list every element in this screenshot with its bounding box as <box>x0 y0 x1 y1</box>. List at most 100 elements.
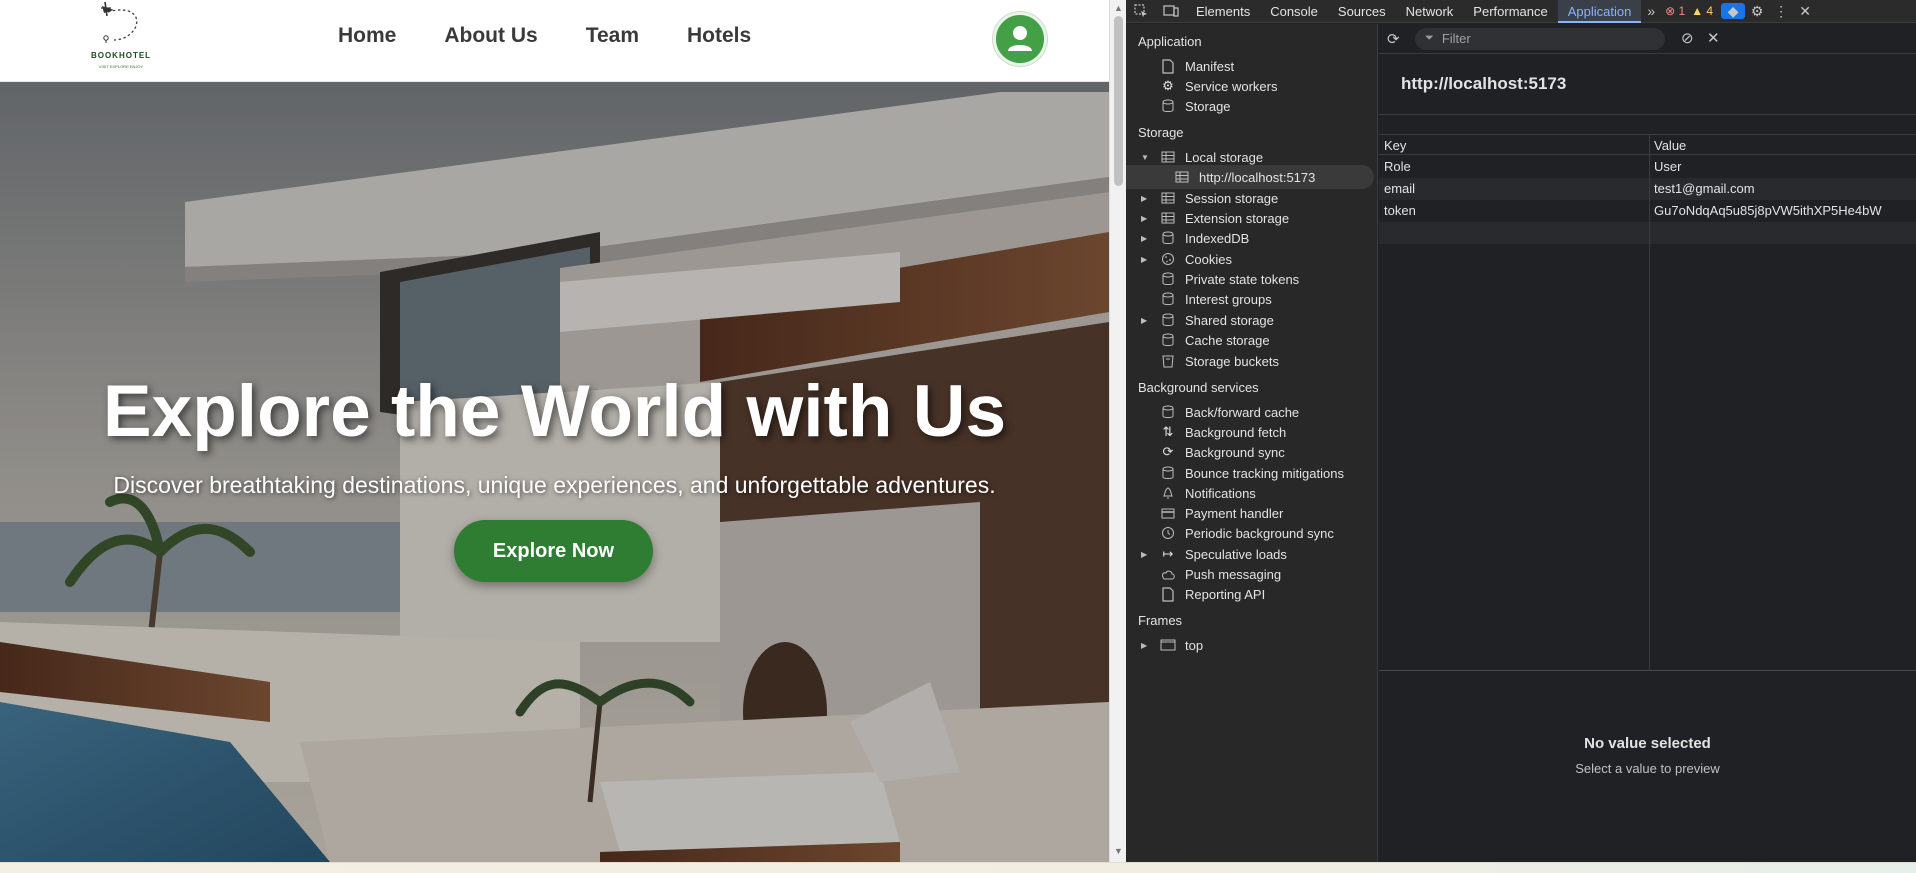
table-row-empty[interactable] <box>1379 222 1916 244</box>
section-application: Application <box>1138 34 1202 49</box>
sidebar-item-reporting-api[interactable]: Reporting API <box>1126 582 1378 606</box>
hero-subtitle: Discover breathtaking destinations, uniq… <box>113 472 996 498</box>
sidebar-item-label: Service workers <box>1185 78 1278 94</box>
column-header-key[interactable]: Key <box>1379 134 1649 155</box>
filter-input[interactable]: ⏷ Filter <box>1415 27 1665 50</box>
delete-selected-icon[interactable]: ✕ <box>1707 29 1720 47</box>
section-storage: Storage <box>1138 125 1184 140</box>
section-frames: Frames <box>1138 613 1183 628</box>
row-value: test1@gmail.com <box>1654 181 1755 196</box>
sidebar-item-label: Cookies <box>1185 251 1232 267</box>
row-value: User <box>1654 159 1682 174</box>
sidebar-item-label: IndexedDB <box>1185 230 1250 246</box>
nav-about-us[interactable]: About Us <box>444 24 537 48</box>
scrollbar-thumb[interactable] <box>1114 16 1123 186</box>
table-icon <box>1173 169 1191 185</box>
scroll-up-icon[interactable]: ▲ <box>1114 3 1123 13</box>
database-icon <box>1159 465 1177 481</box>
tab-console[interactable]: Console <box>1260 0 1328 23</box>
nav-team[interactable]: Team <box>586 24 639 48</box>
collapsed-arrow-icon[interactable]: ▶ <box>1141 316 1151 325</box>
kebab-menu-icon[interactable]: ⋮ <box>1769 3 1793 20</box>
sidebar-item-label: Extension storage <box>1185 210 1290 226</box>
ai-assistance-icon[interactable]: ◆ <box>1721 3 1746 19</box>
table-icon <box>1159 149 1177 165</box>
expanded-arrow-icon[interactable]: ▼ <box>1141 153 1151 162</box>
clear-all-icon[interactable]: ⊘ <box>1681 29 1694 47</box>
table-icon <box>1159 210 1177 226</box>
tab-network[interactable]: Network <box>1396 0 1464 23</box>
sidebar-item-storage-buckets[interactable]: Storage buckets <box>1126 349 1378 373</box>
sidebar-item-label: Notifications <box>1185 485 1256 501</box>
site-logo[interactable]: BOOKHOTEL VISIT EXPLORE ENJOY <box>78 0 178 78</box>
table-row[interactable]: email test1@gmail.com <box>1379 178 1916 200</box>
refresh-icon[interactable]: ⟳ <box>1387 30 1400 48</box>
collapsed-arrow-icon[interactable]: ▶ <box>1141 194 1151 203</box>
close-devtools-icon[interactable]: ✕ <box>1793 3 1817 20</box>
sidebar-item-label: Session storage <box>1185 190 1279 206</box>
hero-section: Explore the World with Us Discover breat… <box>0 82 1109 862</box>
explore-now-button[interactable]: Explore Now <box>454 520 653 582</box>
table-row[interactable]: Role User <box>1379 156 1916 178</box>
bell-icon <box>1159 485 1177 501</box>
tab-sources[interactable]: Sources <box>1328 0 1396 23</box>
table-row[interactable]: token Gu7oNdqAq5u85j8pVW5ithXP5He4bW <box>1379 200 1916 222</box>
website-viewport: BOOKHOTEL VISIT EXPLORE ENJOY Home About… <box>0 0 1109 862</box>
tab-elements[interactable]: Elements <box>1186 0 1260 23</box>
cloud-icon <box>1159 566 1177 582</box>
sidebar-item-label: Reporting API <box>1185 586 1266 602</box>
nav-hotels[interactable]: Hotels <box>687 24 751 48</box>
logo-brand: BOOKHOTEL <box>90 51 152 60</box>
airplane-logo-icon <box>101 1 138 43</box>
origin-divider <box>1379 114 1916 115</box>
sidebar-item-label: Periodic background sync <box>1185 525 1334 541</box>
tab-application[interactable]: Application <box>1557 0 1642 23</box>
sidebar-item-label: top <box>1185 637 1204 653</box>
local-storage-pane: ⟳ ⏷ Filter ⊘ ✕ http://localhost:5173 Key… <box>1379 24 1916 862</box>
sidebar-item-label: Background sync <box>1185 444 1285 460</box>
column-header-value[interactable]: Value <box>1649 134 1916 155</box>
filter-funnel-icon: ⏷ <box>1425 32 1434 44</box>
database-icon <box>1159 291 1177 307</box>
devtools-panel: Elements Console Sources Network Perform… <box>1126 0 1916 862</box>
user-icon <box>1008 26 1032 51</box>
sidebar-item-label: Push messaging <box>1185 566 1282 582</box>
tab-performance[interactable]: Performance <box>1463 0 1557 23</box>
device-toolbar-icon[interactable] <box>1156 0 1186 22</box>
database-icon <box>1159 312 1177 328</box>
file-icon <box>1159 58 1177 74</box>
fetch-arrows-icon: ⇅ <box>1162 424 1174 439</box>
sidebar-item-storage-overview[interactable]: Storage <box>1126 94 1378 118</box>
database-icon <box>1159 404 1177 420</box>
collapsed-arrow-icon[interactable]: ▶ <box>1141 550 1151 559</box>
scroll-down-icon[interactable]: ▼ <box>1114 846 1123 856</box>
column-divider[interactable] <box>1649 134 1650 670</box>
row-key: Role <box>1384 159 1411 174</box>
sidebar-item-label: Interest groups <box>1185 291 1272 307</box>
page-scrollbar[interactable]: ▲ ▼ <box>1109 0 1126 862</box>
no-value-subtitle: Select a value to preview <box>1575 761 1720 776</box>
settings-gear-icon[interactable]: ⚙ <box>1745 3 1769 20</box>
file-icon <box>1159 586 1177 602</box>
inspect-element-icon[interactable] <box>1126 0 1156 22</box>
site-nav: Home About Us Team Hotels <box>338 24 799 48</box>
collapsed-arrow-icon[interactable]: ▶ <box>1141 214 1151 223</box>
collapsed-arrow-icon[interactable]: ▶ <box>1141 234 1151 243</box>
collapsed-arrow-icon[interactable]: ▶ <box>1141 641 1151 650</box>
sidebar-item-label: Payment handler <box>1185 505 1284 521</box>
preview-splitter[interactable] <box>1379 670 1916 671</box>
devtools-tabbar: Elements Console Sources Network Perform… <box>1126 0 1916 23</box>
error-count-badge[interactable]: ⊗ 1 <box>1665 4 1685 18</box>
more-tabs-icon[interactable]: » <box>1641 3 1661 19</box>
sidebar-item-label: Back/forward cache <box>1185 404 1300 420</box>
section-background-services: Background services <box>1138 380 1259 395</box>
row-key: token <box>1384 203 1416 218</box>
clock-icon <box>1159 525 1177 541</box>
user-avatar-button[interactable] <box>993 12 1047 66</box>
database-icon <box>1159 271 1177 287</box>
nav-home[interactable]: Home <box>338 24 396 48</box>
collapsed-arrow-icon[interactable]: ▶ <box>1141 255 1151 264</box>
sidebar-item-frame-top[interactable]: ▶ top <box>1126 633 1378 657</box>
row-key: email <box>1384 181 1416 196</box>
warning-count-badge[interactable]: ▲ 4 <box>1691 4 1713 18</box>
